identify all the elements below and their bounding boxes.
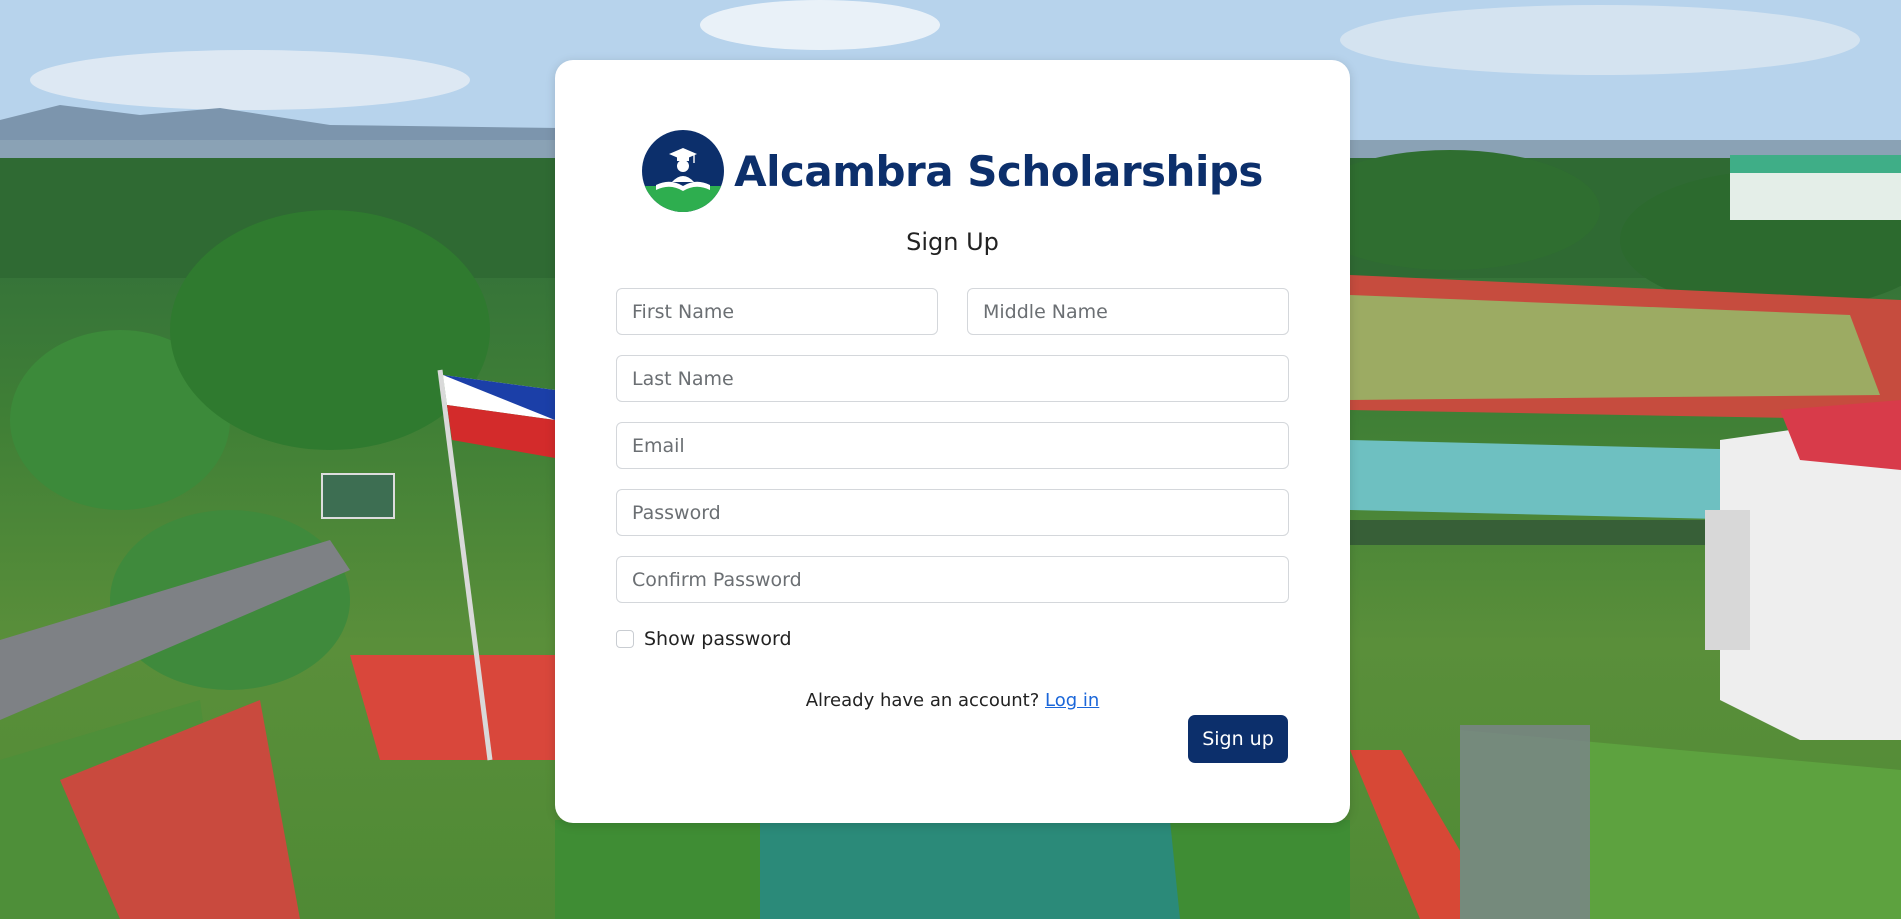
page-title: Sign Up: [906, 228, 999, 256]
show-password-label: Show password: [644, 628, 792, 650]
signup-card: Alcambra Scholarships Sign Up Show passw…: [555, 60, 1350, 823]
last-name-input[interactable]: [616, 355, 1289, 402]
sign-up-button[interactable]: Sign up: [1188, 715, 1288, 763]
show-password-checkbox[interactable]: [616, 630, 634, 648]
first-name-input[interactable]: [616, 288, 938, 335]
middle-name-input[interactable]: [967, 288, 1289, 335]
graduation-cap-book-icon: [642, 130, 725, 212]
email-input[interactable]: [616, 422, 1289, 469]
password-input[interactable]: [616, 489, 1289, 536]
login-prompt: Already have an account? Log in: [555, 690, 1350, 711]
login-link[interactable]: Log in: [1045, 690, 1099, 711]
brand-header: Alcambra Scholarships: [555, 130, 1350, 212]
confirm-password-input[interactable]: [616, 556, 1289, 603]
brand-name: Alcambra Scholarships: [734, 146, 1263, 196]
login-prompt-text: Already have an account?: [805, 690, 1040, 711]
show-password-toggle[interactable]: Show password: [616, 628, 792, 650]
